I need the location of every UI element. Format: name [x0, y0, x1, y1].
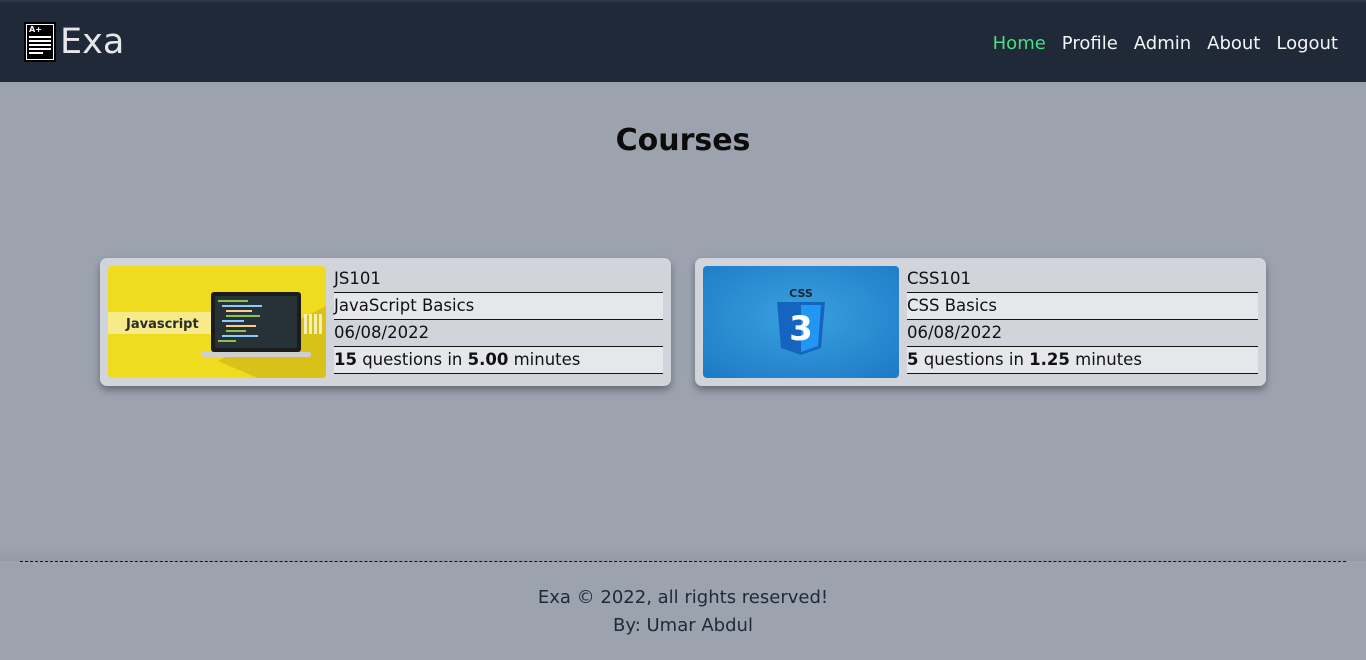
questions-text: questions in	[918, 350, 1030, 369]
course-card-css101[interactable]: CSS 3 CSS101 CSS Basics 06/08/2022 5 que…	[695, 258, 1266, 386]
brand-link[interactable]: A+ Exa	[24, 22, 124, 62]
course-quiz-summary: 15 questions in 5.00 minutes	[334, 347, 663, 374]
duration-minutes: 1.25	[1029, 350, 1070, 369]
course-code: JS101	[334, 266, 663, 293]
brand-name: Exa	[60, 22, 125, 62]
course-date: 06/08/2022	[907, 320, 1258, 347]
course-code: CSS101	[907, 266, 1258, 293]
navbar: A+ Exa Home Profile Admin About Logout	[0, 0, 1366, 82]
course-info: JS101 JavaScript Basics 06/08/2022 15 qu…	[334, 266, 663, 374]
main-nav: Home Profile Admin About Logout	[993, 33, 1338, 55]
css3-logo-image: CSS 3	[703, 266, 899, 378]
nav-profile-link[interactable]: Profile	[1062, 33, 1118, 55]
exam-paper-icon: A+	[24, 22, 56, 62]
footer-copyright: Exa © 2022, all rights reserved!	[537, 587, 829, 608]
javascript-laptop-image: Javascript	[108, 266, 326, 378]
course-info: CSS101 CSS Basics 06/08/2022 5 questions…	[907, 266, 1258, 374]
minutes-text: minutes	[1069, 350, 1142, 369]
page-title: Courses	[615, 123, 751, 158]
thumbnail-label: Javascript	[125, 317, 199, 332]
course-card-js101[interactable]: Javascript JS101 JavaScript Basics 06/08…	[100, 258, 671, 386]
question-count: 15	[334, 350, 357, 369]
duration-minutes: 5.00	[467, 350, 509, 369]
svg-text:3: 3	[789, 309, 813, 349]
course-name: JavaScript Basics	[334, 293, 663, 320]
nav-admin-link[interactable]: Admin	[1134, 33, 1191, 55]
footer-author: By: Umar Abdul	[613, 615, 753, 636]
nav-logout-link[interactable]: Logout	[1276, 33, 1338, 55]
question-count: 5	[907, 350, 919, 369]
course-name: CSS Basics	[907, 293, 1258, 320]
footer-shadow	[0, 545, 1366, 561]
nav-about-link[interactable]: About	[1207, 33, 1260, 55]
course-quiz-summary: 5 questions in 1.25 minutes	[907, 347, 1258, 374]
thumbnail-label: CSS	[789, 287, 813, 300]
nav-home-link[interactable]: Home	[993, 33, 1046, 55]
svg-text:A+: A+	[29, 25, 42, 34]
footer-divider	[20, 561, 1346, 562]
minutes-text: minutes	[508, 350, 581, 369]
questions-text: questions in	[356, 350, 468, 369]
course-date: 06/08/2022	[334, 320, 663, 347]
